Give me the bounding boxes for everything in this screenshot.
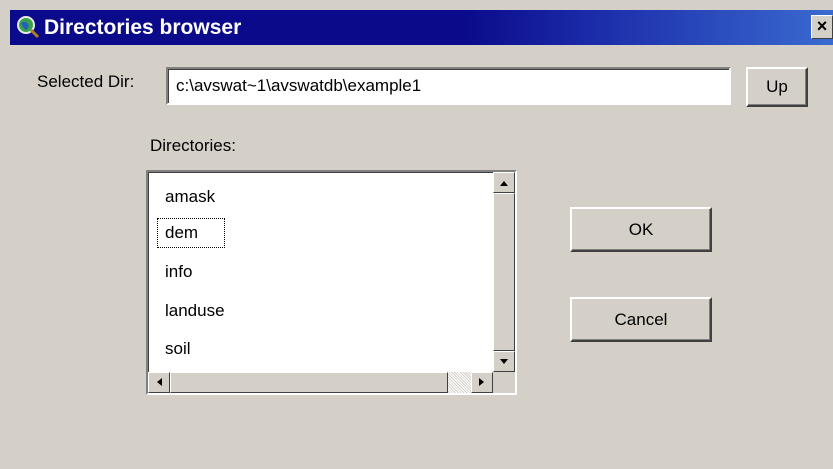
scroll-right-arrow-icon[interactable] [471, 372, 493, 393]
list-item-soil[interactable]: soil [159, 335, 197, 363]
magnifier-globe-icon [17, 16, 40, 39]
up-button[interactable]: Up [746, 67, 808, 107]
selected-dir-label: Selected Dir: [37, 72, 135, 91]
directories-listbox[interactable]: amask dem info landuse soil [146, 170, 517, 395]
vertical-scroll-thumb[interactable] [493, 193, 515, 351]
selected-dir-input[interactable] [166, 67, 731, 105]
scroll-up-arrow-icon[interactable] [493, 172, 515, 193]
scroll-down-arrow-icon[interactable] [493, 351, 515, 372]
list-item-landuse[interactable]: landuse [159, 297, 231, 325]
vertical-scrollbar[interactable] [493, 172, 515, 372]
list-item-amask[interactable]: amask [159, 183, 221, 211]
horizontal-scroll-thumb[interactable] [170, 372, 448, 393]
list-item-dem[interactable]: dem [156, 218, 226, 248]
close-button[interactable]: × [811, 15, 833, 39]
window-title: Directories browser [44, 16, 242, 39]
horizontal-scrollbar[interactable] [148, 372, 493, 393]
directories-list: amask dem info landuse soil [148, 172, 493, 372]
scrollbar-corner [493, 372, 515, 393]
cancel-button[interactable]: Cancel [570, 297, 712, 342]
directories-label: Directories: [150, 136, 236, 155]
title-bar[interactable]: Directories browser × [10, 10, 833, 45]
ok-button[interactable]: OK [570, 207, 712, 252]
scroll-left-arrow-icon[interactable] [148, 372, 170, 393]
directories-browser-window: Directories browser × Selected Dir: Up D… [0, 0, 833, 469]
list-item-info[interactable]: info [159, 258, 198, 286]
